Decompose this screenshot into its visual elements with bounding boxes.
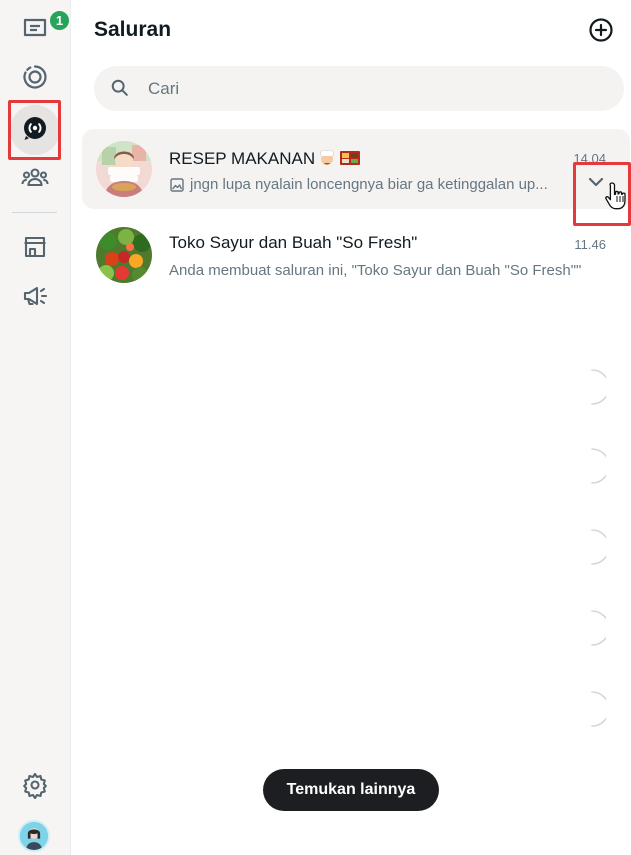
- channel-avatar: [96, 227, 152, 283]
- unread-badge: 1: [48, 9, 71, 32]
- loading-spinner-icon: [578, 609, 610, 647]
- channel-name: Toko Sayur dan Buah "So Fresh": [169, 233, 418, 252]
- plus-circle-icon: [588, 17, 614, 48]
- chats-nav-button[interactable]: 1: [10, 5, 71, 55]
- channel-name: RESEP MAKANAN: [169, 147, 361, 172]
- search-input[interactable]: [148, 78, 548, 99]
- megaphone-icon: [21, 282, 49, 315]
- status-nav-button[interactable]: [10, 54, 60, 104]
- store-nav-button[interactable]: [10, 224, 60, 274]
- channel-name-text: RESEP MAKANAN: [169, 149, 316, 168]
- chevron-down-icon: [586, 172, 606, 197]
- loading-spinner-icon: [578, 528, 610, 566]
- image-icon: [169, 177, 185, 193]
- channel-preview: jngn lupa nyalain loncengnya biar ga ket…: [169, 176, 548, 193]
- bento-emoji-icon: [339, 147, 361, 172]
- search-bar[interactable]: [94, 66, 624, 111]
- settings-nav-button[interactable]: [10, 762, 60, 812]
- channel-preview: Anda membuat saluran ini, "Toko Sayur da…: [169, 262, 581, 279]
- loading-spinner-icon: [578, 368, 610, 406]
- channel-time: 11.46: [574, 237, 606, 252]
- active-highlight-frame: [8, 100, 61, 160]
- loading-spinner-icon: [578, 690, 610, 728]
- channel-preview-text: Anda membuat saluran ini, "Toko Sayur da…: [169, 262, 582, 279]
- settings-icon: [21, 771, 49, 804]
- find-more-button[interactable]: Temukan lainnya: [263, 769, 439, 811]
- communities-icon: [21, 163, 49, 196]
- chats-icon: [21, 14, 49, 47]
- page-title: Saluran: [94, 18, 172, 41]
- channel-avatar: [96, 141, 152, 197]
- chef-emoji-icon: [317, 147, 337, 172]
- channel-preview-text: jngn lupa nyalain loncengnya biar ga ket…: [190, 176, 548, 193]
- communities-nav-button[interactable]: [10, 154, 60, 204]
- rail-divider: [12, 212, 57, 213]
- search-icon: [110, 78, 132, 100]
- loading-spinner-icon: [578, 447, 610, 485]
- channel-list-item[interactable]: Toko Sayur dan Buah "So Fresh" 11.46 And…: [82, 215, 630, 295]
- profile-avatar[interactable]: [18, 820, 50, 852]
- status-icon: [21, 63, 49, 96]
- add-channel-button[interactable]: [586, 17, 616, 47]
- store-icon: [21, 233, 49, 266]
- channel-list-item[interactable]: RESEP MAKANAN 14.04 jngn lupa nyalain lo…: [82, 129, 630, 209]
- left-rail: 1: [0, 0, 71, 855]
- megaphone-nav-button[interactable]: [10, 273, 60, 323]
- hand-cursor-icon: [604, 180, 630, 214]
